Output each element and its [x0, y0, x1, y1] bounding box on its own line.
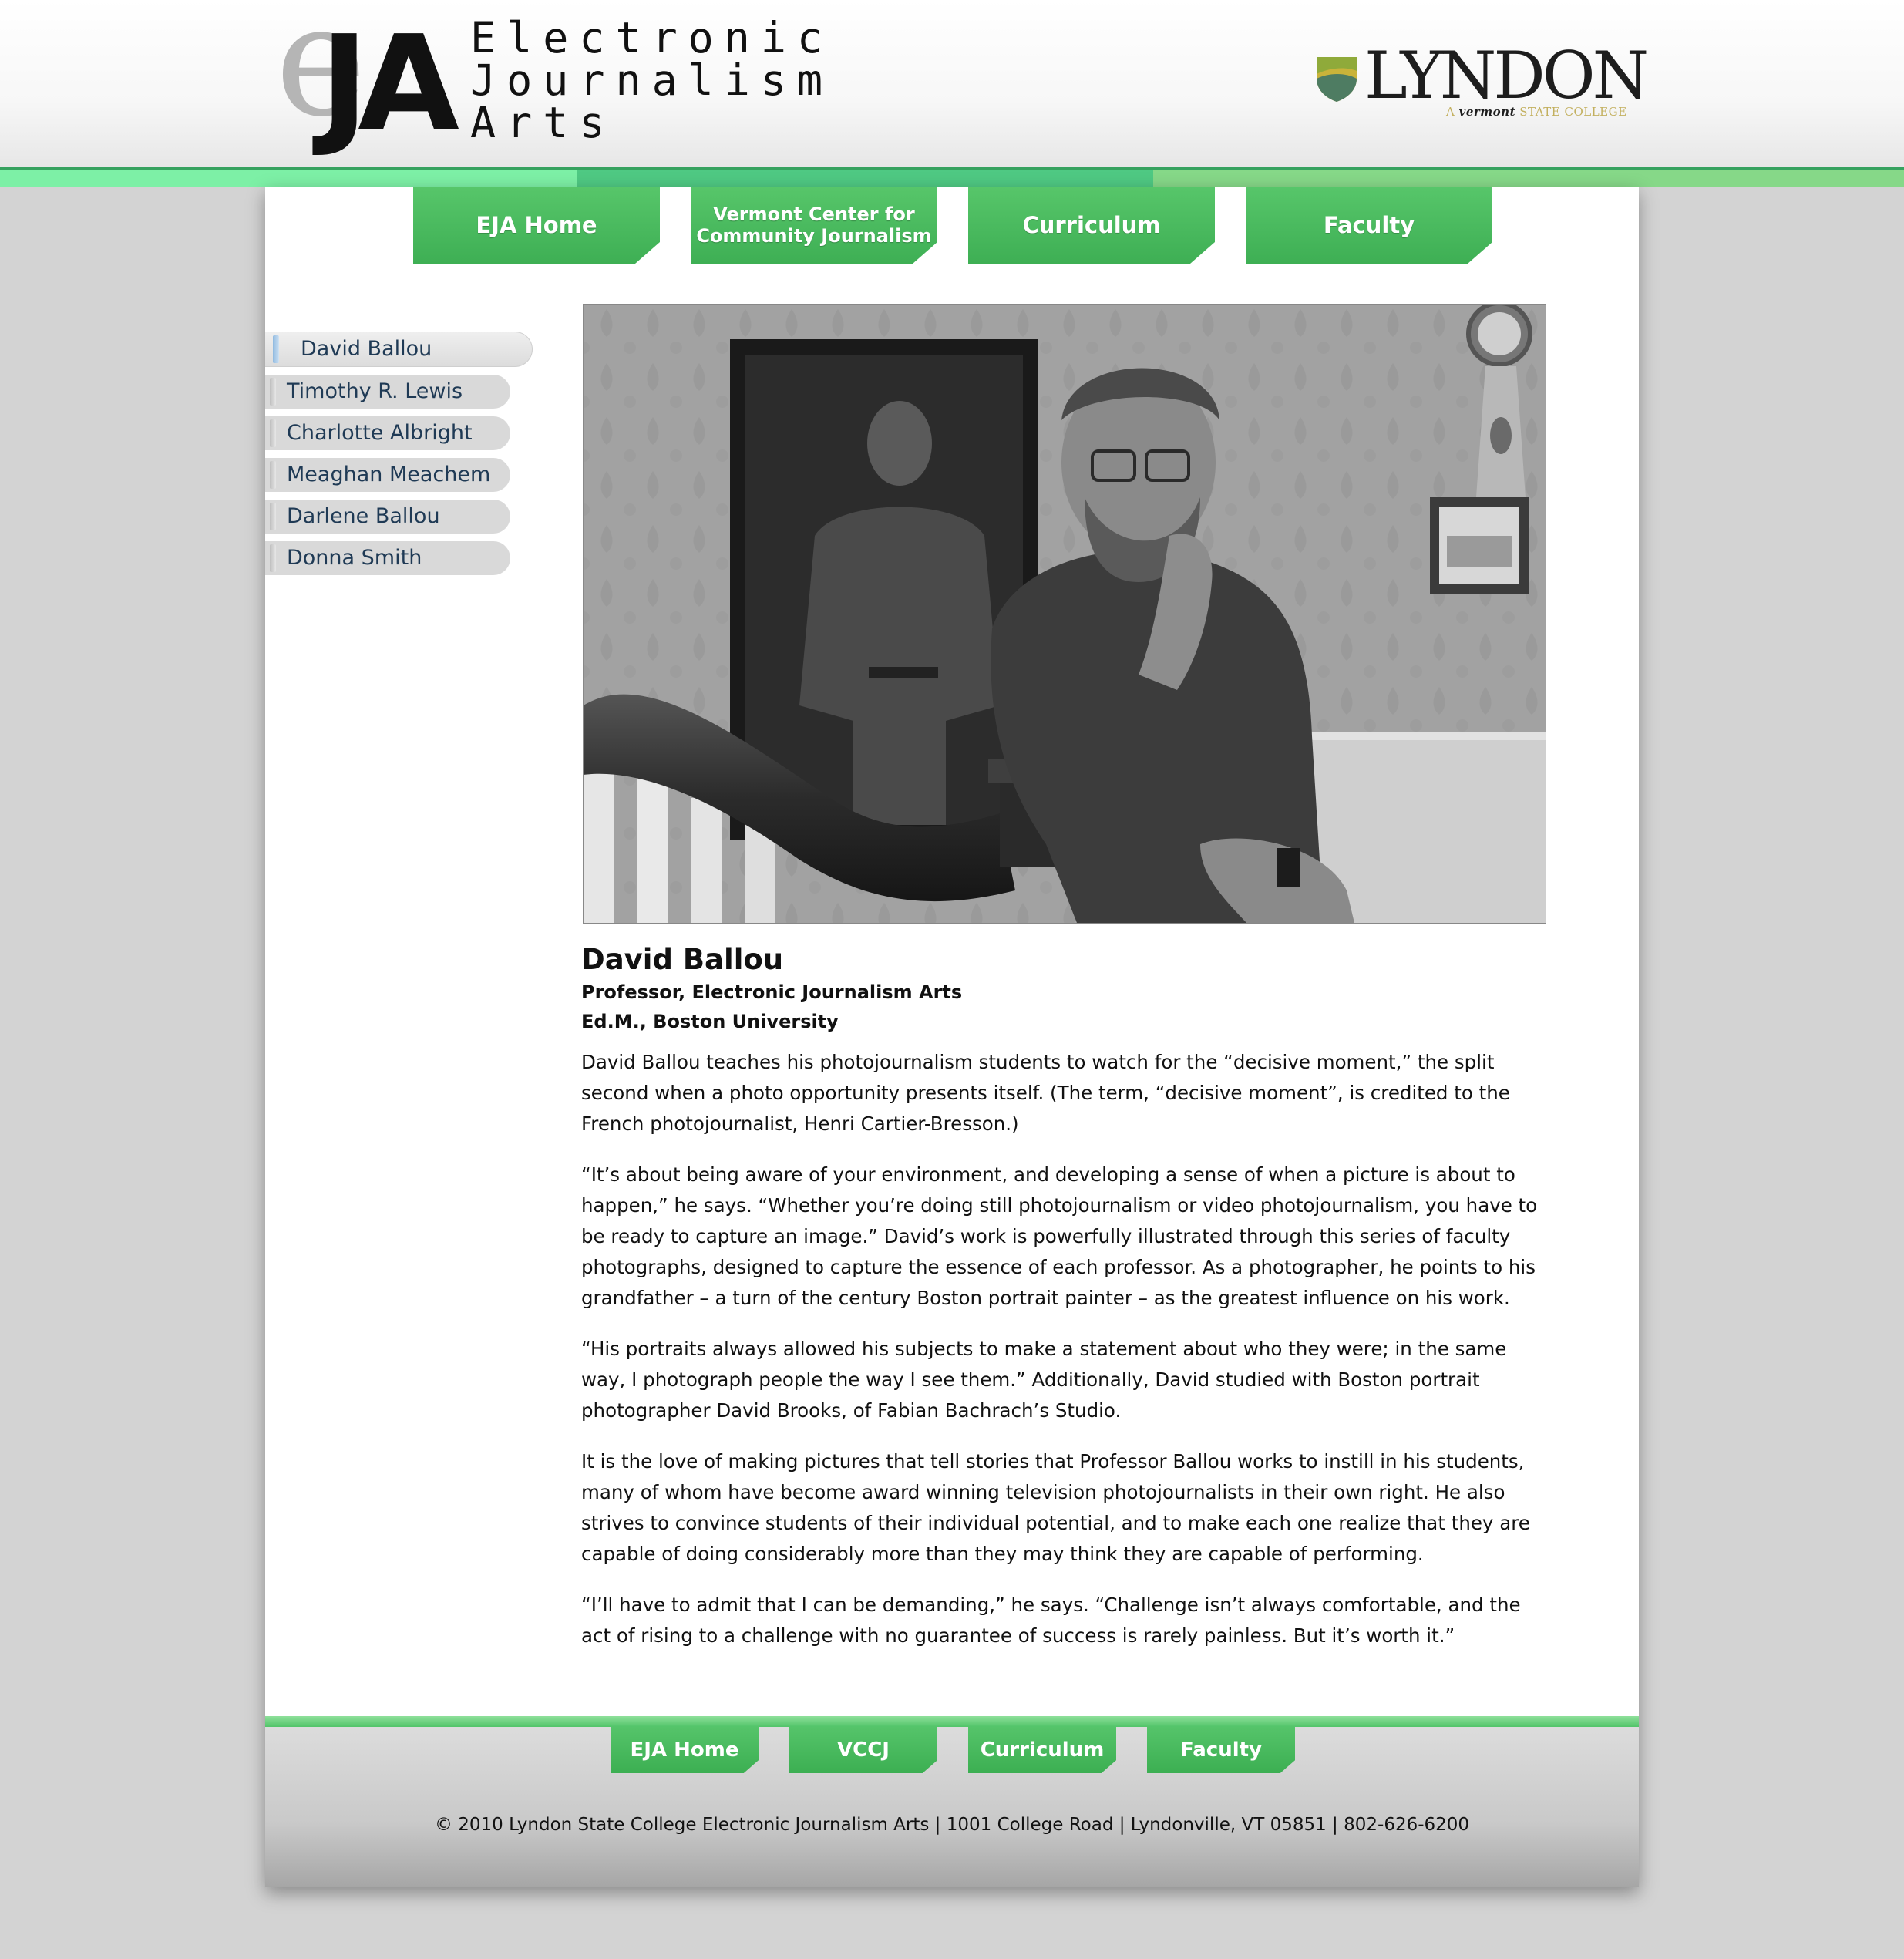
bio-paragraph-2: “It’s about being aware of your environm…	[581, 1163, 1538, 1310]
nav-tab-eja-home[interactable]: EJA Home	[413, 187, 660, 264]
copyright-text: © 2010 Lyndon State College Electronic J…	[434, 1815, 1470, 1835]
nav-tab-faculty[interactable]: Faculty	[1246, 187, 1492, 264]
eja-logo-line-3: Arts	[470, 98, 616, 147]
footer-tab-faculty[interactable]: Faculty	[1147, 1727, 1295, 1773]
bio-paragraph-5: “I’ll have to admit that I can be demand…	[581, 1594, 1521, 1648]
sidebar-item-meaghan-meachem[interactable]: Meaghan Meachem	[265, 458, 510, 492]
faculty-bio: David Ballou Professor, Electronic Journ…	[581, 942, 1552, 1651]
footer-tab-vccj[interactable]: VCCJ	[789, 1727, 937, 1773]
footer-nav: EJA Home VCCJ Curriculum Faculty	[611, 1727, 1295, 1773]
sidebar-item-timothy-lewis[interactable]: Timothy R. Lewis	[265, 375, 510, 409]
main-nav: EJA Home Vermont Center for Community Jo…	[413, 187, 1492, 264]
lyndon-tagline: A vermont STATE COLLEGE	[1446, 105, 1627, 119]
nav-tab-curriculum[interactable]: Curriculum	[968, 187, 1215, 264]
faculty-name: David Ballou	[581, 943, 784, 976]
eja-logo-line-2: Journalism	[470, 56, 834, 105]
content-page: EJA Home Vermont Center for Community Jo…	[265, 187, 1639, 1887]
bio-body: David Ballou teaches his photojournalism…	[581, 1047, 1552, 1651]
sidebar-item-david-ballou[interactable]: David Ballou	[265, 332, 533, 367]
eja-logo-line-1: Electronic	[470, 13, 834, 62]
bio-paragraph-1: David Ballou teaches his photojournalism…	[581, 1051, 1510, 1136]
lyndon-logo[interactable]: LYNDON A vermont STATE COLLEGE	[1310, 43, 1649, 123]
lyndon-wordmark: LYNDON	[1364, 38, 1649, 113]
faculty-title: Professor, Electronic Journalism Arts	[581, 981, 963, 1004]
bio-paragraph-4: It is the love of making pictures that t…	[581, 1450, 1530, 1566]
header-stripe	[0, 167, 1904, 187]
site-header: e JA Electronic Journalism Arts LYNDON A…	[0, 0, 1904, 170]
eja-logo[interactable]: e JA Electronic Journalism Arts	[274, 0, 829, 160]
footer-tab-curriculum[interactable]: Curriculum	[968, 1727, 1116, 1773]
portrait-image	[584, 305, 1546, 923]
sidebar-item-charlotte-albright[interactable]: Charlotte Albright	[265, 416, 510, 450]
footer-tab-eja-home[interactable]: EJA Home	[611, 1727, 759, 1773]
faculty-degree: Ed.M., Boston University	[581, 1011, 839, 1033]
eja-logo-mark: e JA	[275, 0, 459, 160]
eja-logo-text: Electronic Journalism Arts	[470, 17, 833, 144]
sidebar-item-donna-smith[interactable]: Donna Smith	[265, 541, 510, 575]
nav-tab-vccj[interactable]: Vermont Center for Community Journalism	[691, 187, 937, 264]
sidebar-item-darlene-ballou[interactable]: Darlene Ballou	[265, 500, 510, 534]
site-footer: EJA Home VCCJ Curriculum Faculty © 2010 …	[265, 1716, 1639, 1887]
faculty-sidebar: David Ballou Timothy R. Lewis Charlotte …	[265, 332, 533, 583]
shield-icon	[1317, 57, 1357, 102]
faculty-photo	[583, 304, 1546, 924]
footer-divider	[265, 1716, 1639, 1727]
bio-paragraph-3: “His portraits always allowed his subjec…	[581, 1338, 1507, 1422]
